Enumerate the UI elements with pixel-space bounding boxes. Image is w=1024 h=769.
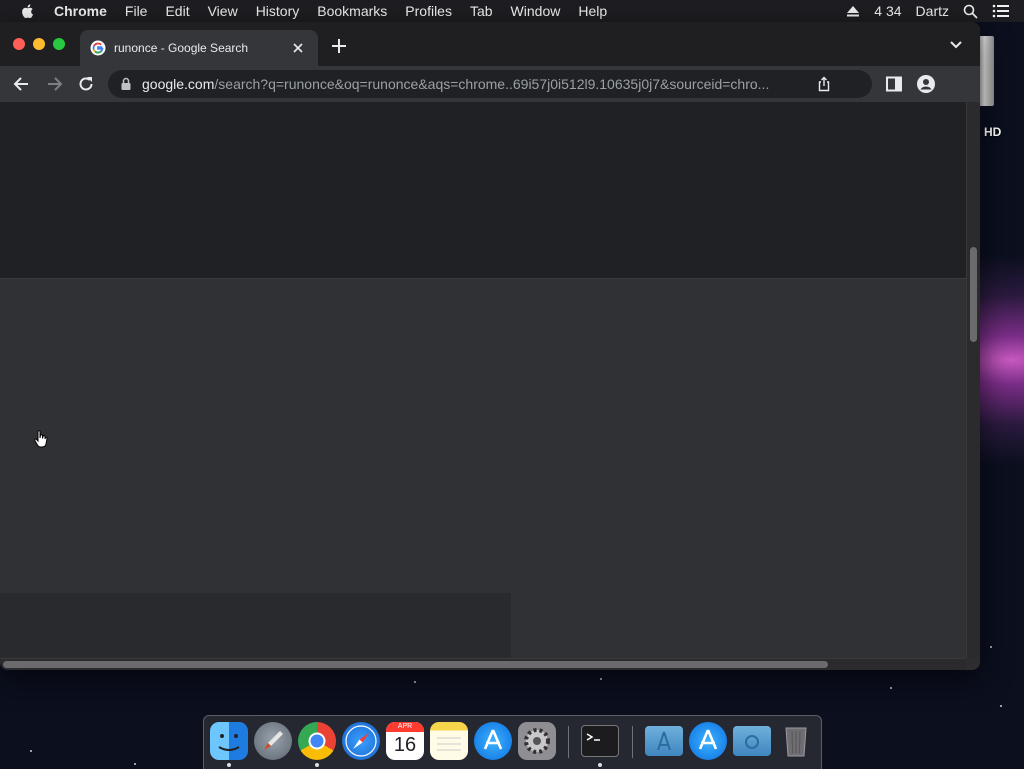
- menu-history[interactable]: History: [256, 3, 300, 19]
- menu-view[interactable]: View: [208, 3, 238, 19]
- menu-profiles[interactable]: Profiles: [405, 3, 452, 19]
- app-store-a-icon: [698, 729, 718, 750]
- launchpad-icon[interactable]: [254, 722, 292, 760]
- chrome-center-icon: [308, 732, 326, 750]
- tab-title: runonce - Google Search: [114, 41, 249, 55]
- star: [600, 678, 602, 680]
- calendar-month: APR: [386, 722, 424, 732]
- star: [414, 681, 416, 683]
- vertical-scrollbar-thumb[interactable]: [970, 247, 977, 342]
- menu-file[interactable]: File: [125, 3, 148, 19]
- compass-icon: [345, 725, 377, 757]
- menubar-user[interactable]: Dartz: [916, 3, 949, 19]
- status-menus: 4 34 Dartz: [846, 0, 1024, 22]
- tab-close-icon[interactable]: [290, 40, 306, 56]
- rocket-icon: [264, 731, 283, 750]
- window-zoom-button[interactable]: [53, 38, 65, 50]
- url-path: /search?q=runonce&oq=runonce&aqs=chrome.…: [214, 76, 770, 92]
- menu-edit[interactable]: Edit: [165, 3, 189, 19]
- downloads-folder-icon[interactable]: [733, 726, 771, 756]
- side-panel-icon[interactable]: [884, 74, 904, 94]
- menu-window[interactable]: Window: [511, 3, 561, 19]
- terminal-prompt-icon: [586, 733, 600, 741]
- app-store-a-icon: [483, 729, 503, 750]
- hard-drive-icon[interactable]: [978, 36, 994, 106]
- finder-face-icon: [218, 734, 240, 751]
- page-footer-region: [0, 593, 511, 658]
- running-indicator: [315, 763, 319, 767]
- forward-button[interactable]: [44, 74, 64, 94]
- trash-icon[interactable]: [777, 722, 815, 760]
- app-store-downloads-icon[interactable]: [689, 722, 727, 760]
- folder-icon: [745, 735, 759, 749]
- terminal-icon[interactable]: [581, 725, 619, 757]
- star: [1000, 705, 1002, 707]
- tab-active[interactable]: runonce - Google Search: [80, 30, 318, 66]
- page-header-region: [0, 102, 966, 279]
- menu-bar: Chrome File Edit View History Bookmarks …: [0, 0, 1024, 22]
- gear-icon: [524, 728, 550, 754]
- star: [990, 646, 992, 648]
- share-icon[interactable]: [816, 76, 832, 92]
- menu-bookmarks[interactable]: Bookmarks: [317, 3, 387, 19]
- horizontal-scrollbar[interactable]: [0, 658, 966, 670]
- applications-a-icon: [657, 731, 671, 751]
- dock-separator: [632, 726, 633, 758]
- lock-icon[interactable]: [120, 77, 132, 91]
- applications-folder-icon[interactable]: [645, 726, 683, 756]
- horizontal-scrollbar-thumb[interactable]: [3, 661, 828, 668]
- star: [30, 750, 32, 752]
- notes-icon[interactable]: [430, 722, 468, 760]
- star: [134, 763, 136, 765]
- url-text[interactable]: google.com/search?q=runonce&oq=runonce&a…: [142, 76, 812, 92]
- browser-window: runonce - Google Search google.com/searc…: [0, 22, 980, 670]
- new-tab-button[interactable]: [330, 37, 348, 55]
- menubar-clock[interactable]: 4 34: [874, 3, 901, 19]
- apple-logo-icon[interactable]: [20, 3, 36, 19]
- url-host: google.com: [142, 76, 215, 92]
- menu-tab[interactable]: Tab: [470, 3, 493, 19]
- tab-search-chevron-icon[interactable]: [948, 39, 964, 51]
- menu-app-name[interactable]: Chrome: [54, 3, 107, 19]
- browser-toolbar: google.com/search?q=runonce&oq=runonce&a…: [0, 66, 980, 102]
- back-button[interactable]: [12, 74, 32, 94]
- eject-icon[interactable]: [846, 5, 860, 17]
- spotlight-search-icon[interactable]: [963, 4, 978, 19]
- star: [890, 687, 892, 689]
- profile-avatar-icon[interactable]: [916, 74, 936, 94]
- window-close-button[interactable]: [13, 38, 25, 50]
- hand-pointer-cursor-icon: [34, 430, 48, 448]
- address-bar[interactable]: google.com/search?q=runonce&oq=runonce&a…: [108, 70, 872, 98]
- finder-icon[interactable]: [210, 722, 248, 760]
- dock-separator: [568, 726, 569, 758]
- menu-help[interactable]: Help: [578, 3, 607, 19]
- dock: APR 16: [203, 715, 822, 769]
- app-store-icon[interactable]: [474, 722, 512, 760]
- running-indicator: [598, 763, 602, 767]
- chrome-icon[interactable]: [298, 722, 336, 760]
- reload-button[interactable]: [76, 74, 96, 94]
- tab-strip: runonce - Google Search: [0, 22, 980, 66]
- running-indicator: [227, 763, 231, 767]
- page-content[interactable]: [0, 102, 966, 658]
- control-center-icon[interactable]: [992, 4, 1010, 18]
- google-favicon-icon: [90, 40, 106, 56]
- notes-lines-icon: [437, 737, 461, 751]
- calendar-icon[interactable]: APR 16: [386, 722, 424, 760]
- system-preferences-icon[interactable]: [518, 722, 556, 760]
- hard-drive-label[interactable]: HD: [984, 125, 1001, 139]
- vertical-scrollbar[interactable]: [966, 102, 980, 658]
- safari-icon[interactable]: [342, 722, 380, 760]
- window-minimize-button[interactable]: [33, 38, 45, 50]
- calendar-day: 16: [393, 734, 417, 756]
- trash-can-icon: [785, 727, 807, 757]
